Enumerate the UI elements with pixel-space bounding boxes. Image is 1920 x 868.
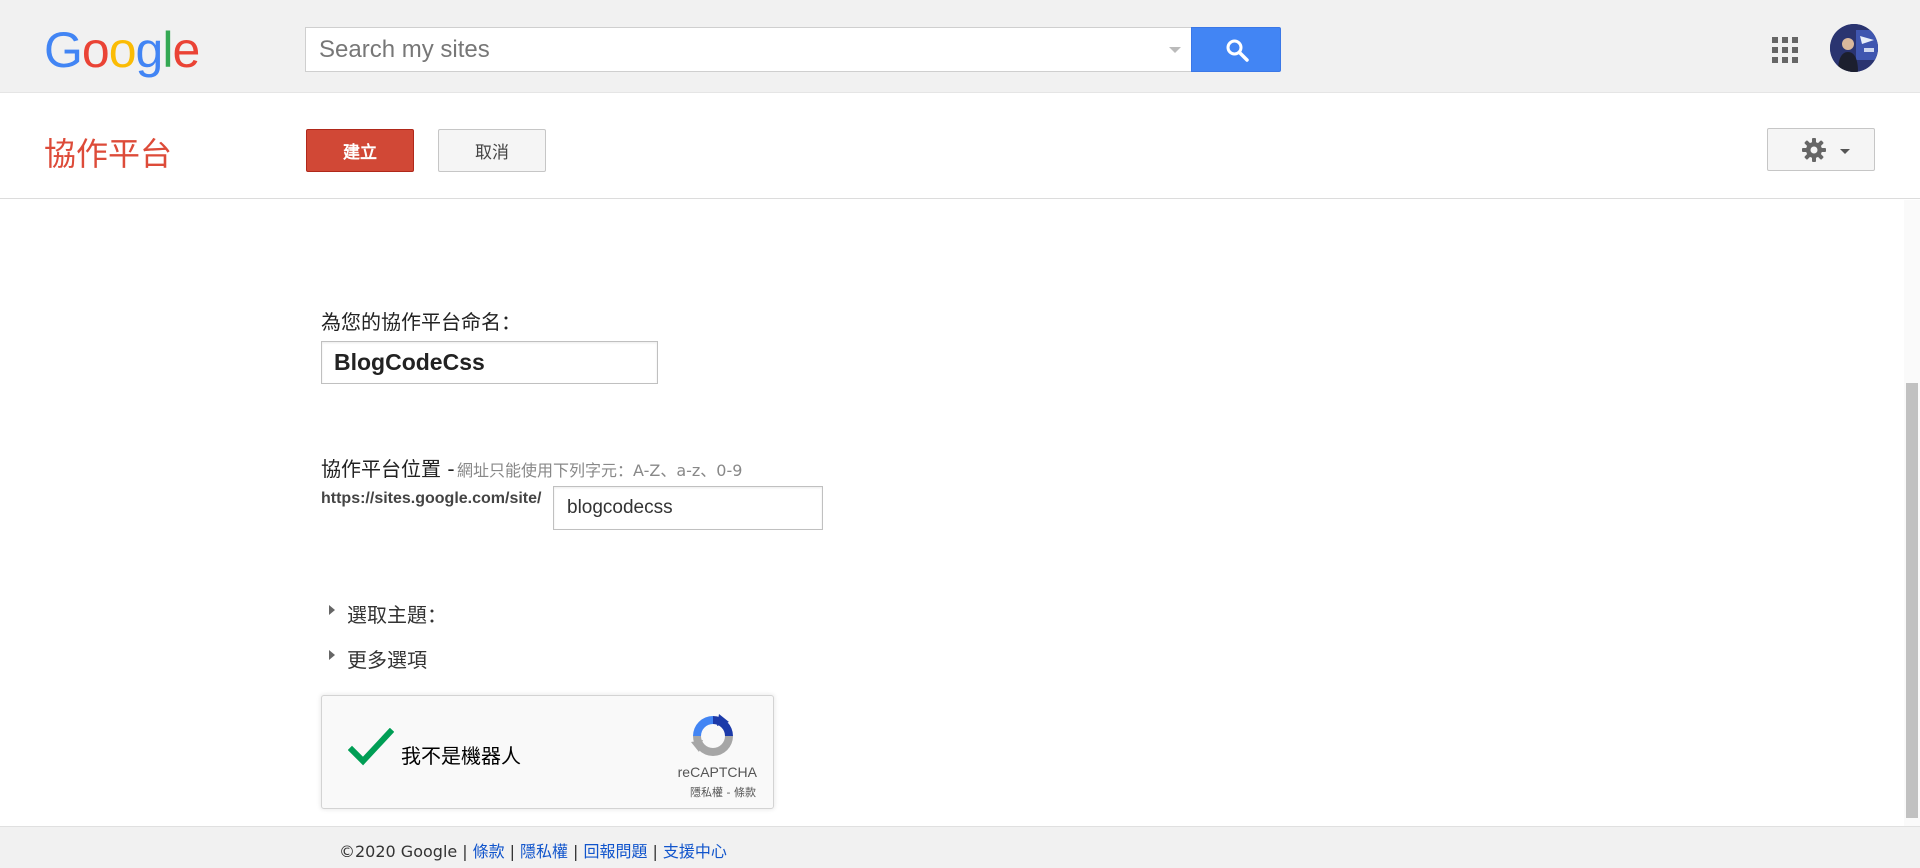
create-site-form: 為您的協作平台命名： 協作平台位置 - 網址只能使用下列字元：A-Z、a-z、0… (0, 200, 1920, 826)
logo-letter: o (81, 22, 110, 78)
recaptcha-privacy-terms-links[interactable]: 隱私權 - 條款 (322, 784, 775, 800)
search-button[interactable] (1191, 27, 1281, 72)
cancel-button[interactable]: 取消 (438, 129, 546, 172)
recaptcha-brand: reCAPTCHA (677, 764, 757, 780)
footer-link-report-issue[interactable]: 回報問題 (583, 842, 647, 861)
logo-letter: l (162, 22, 173, 78)
gear-icon (1802, 138, 1826, 162)
more-options-label: 更多選項 (347, 648, 427, 672)
search-dropdown-arrow-icon[interactable] (1169, 47, 1181, 53)
footer-link-terms[interactable]: 條款 (473, 842, 505, 861)
google-logo[interactable]: Google (44, 22, 200, 78)
settings-button[interactable] (1767, 128, 1875, 171)
user-avatar-icon (1830, 24, 1878, 72)
search-box (305, 27, 1191, 72)
footer: ©2020 Google | 條款 | 隱私權 | 回報問題 | 支援中心 (0, 826, 1920, 868)
search-icon (1226, 39, 1249, 62)
expand-arrow-icon (329, 605, 335, 615)
copyright-text: ©2020 Google (339, 842, 458, 861)
search-input[interactable] (306, 28, 1156, 71)
logo-letter: G (44, 22, 83, 78)
scrollbar-thumb[interactable] (1906, 383, 1918, 818)
action-bar: 協作平台 建立 取消 (0, 93, 1920, 199)
footer-link-help-center[interactable]: 支援中心 (663, 842, 727, 861)
avatar[interactable] (1830, 24, 1878, 72)
url-prefix: https://sites.google.com/site/ (321, 490, 542, 507)
logo-letter: o (108, 22, 137, 78)
checkmark-icon[interactable] (348, 728, 394, 768)
site-name-label: 為您的協作平台命名： (321, 310, 521, 334)
site-name-input[interactable] (321, 341, 658, 384)
logo-letter: e (172, 22, 200, 78)
logo-letter: g (135, 22, 164, 78)
top-bar: Google (0, 0, 1920, 93)
expand-arrow-icon (329, 650, 335, 660)
page-title: 協作平台 (44, 135, 173, 173)
create-button[interactable]: 建立 (306, 129, 414, 172)
footer-link-privacy[interactable]: 隱私權 (520, 842, 568, 861)
site-location-hint: 網址只能使用下列字元：A-Z、a-z、0-9 (457, 461, 743, 480)
recaptcha-widget: 我不是機器人 reCAPTCHA 隱私權 - 條款 (321, 695, 774, 809)
site-location-label: 協作平台位置 - (321, 457, 455, 481)
chevron-down-icon (1840, 149, 1850, 154)
theme-expander-label: 選取主題： (347, 603, 447, 627)
site-url-input[interactable] (553, 486, 823, 530)
apps-grid-icon[interactable] (1772, 37, 1798, 63)
recaptcha-logo-icon (691, 714, 733, 756)
